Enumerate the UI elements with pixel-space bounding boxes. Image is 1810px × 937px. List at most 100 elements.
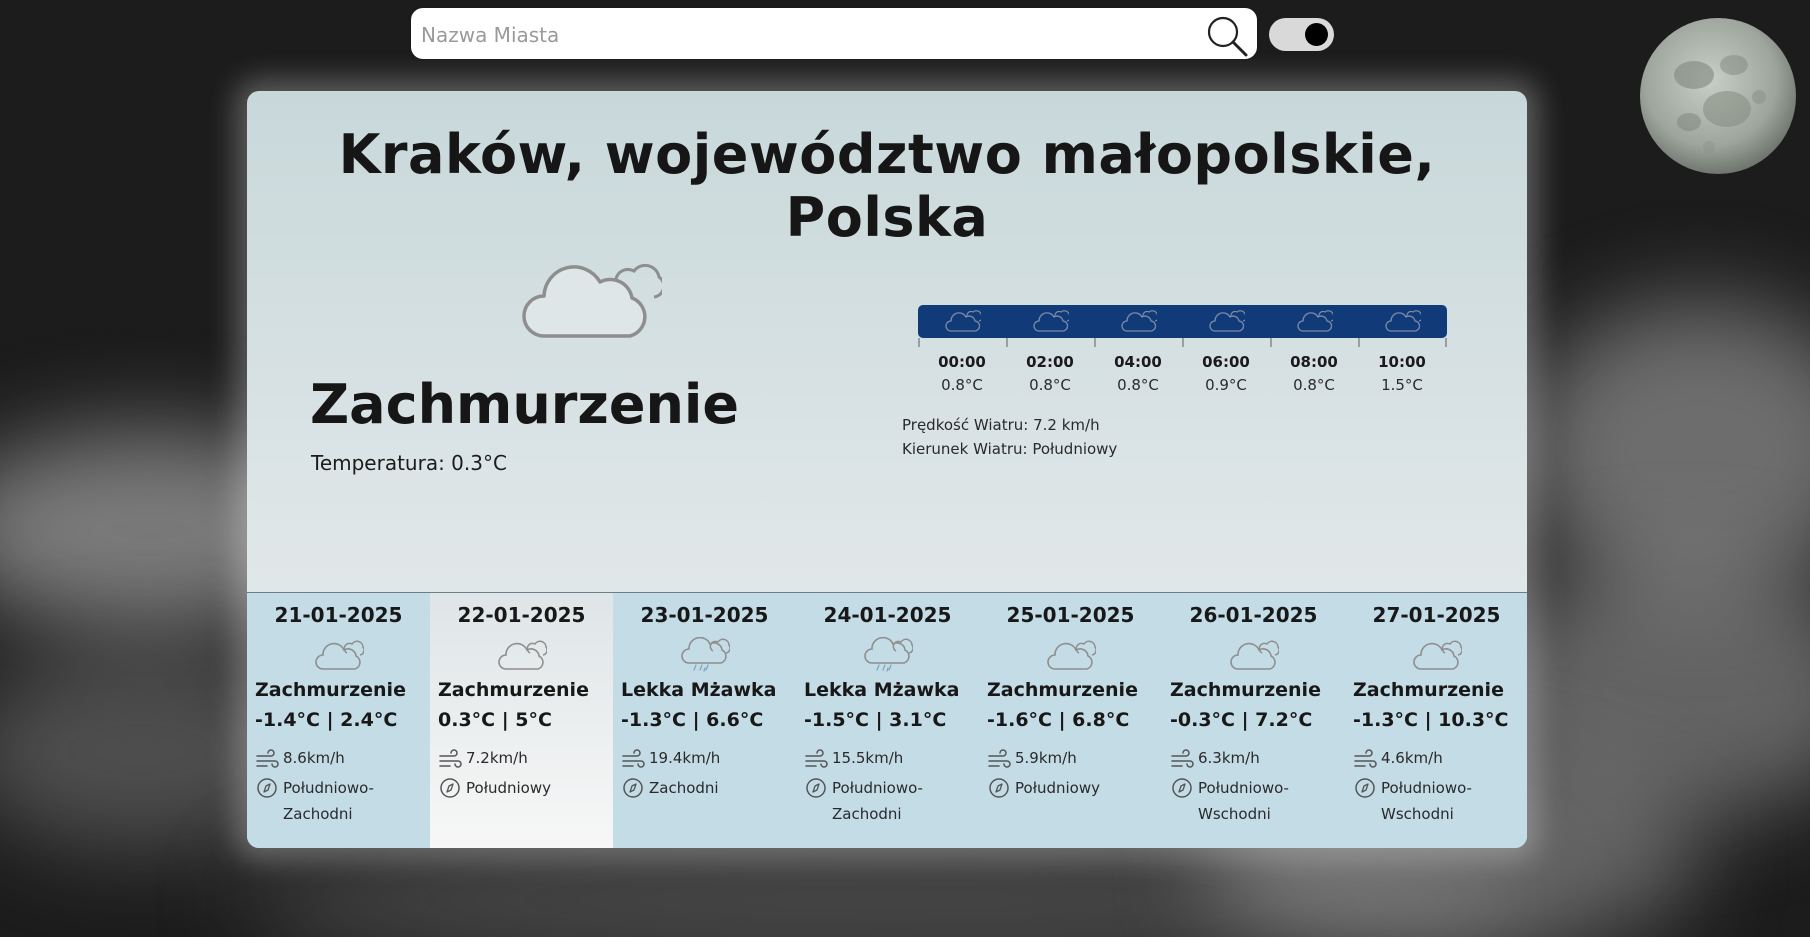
forecast-condition: Zachmurzenie <box>255 679 406 701</box>
compass-icon <box>623 778 643 798</box>
weather-card: Kraków, województwo małopolskie, Polska … <box>247 91 1527 848</box>
cloud-icon <box>1229 640 1279 670</box>
wind-icon <box>988 749 1011 768</box>
search-bar <box>409 6 1259 61</box>
compass-icon <box>806 778 826 798</box>
hourly-time: 04:00 <box>1114 353 1162 371</box>
forecast-wind: 15.5km/h <box>804 749 971 771</box>
hourly-time: 08:00 <box>1290 353 1338 371</box>
forecast-wind-direction: Południowy <box>987 775 1154 801</box>
forecast-temperature-range: -1.3°C | 10.3°C <box>1353 709 1509 731</box>
forecast-wind: 6.3km/h <box>1170 749 1337 771</box>
forecast-condition: Zachmurzenie <box>438 679 589 701</box>
hourly-timeline-ticks <box>918 338 1447 347</box>
forecast-wind-speed: 7.2km/h <box>466 749 528 767</box>
hourly-temperature: 0.8°C <box>1029 376 1071 394</box>
wind-info: Prędkość Wiatru: 7.2 km/h Kierunek Wiatr… <box>902 413 1117 461</box>
forecast-wind-speed: 15.5km/h <box>832 749 904 767</box>
hourly-time: 06:00 <box>1202 353 1250 371</box>
current-temperature: Temperatura: 0.3°C <box>311 451 507 475</box>
forecast-wind-direction: Południowo-Wschodni <box>1353 775 1520 827</box>
forecast-day[interactable]: 23-01-2025 Lekka Mżawka -1.3°C | 6.6°C 1… <box>613 593 796 848</box>
cloud-icon <box>1046 640 1096 670</box>
forecast-day[interactable]: 27-01-2025 Zachmurzenie -1.3°C | 10.3°C … <box>1345 593 1527 848</box>
compass-icon <box>1355 778 1375 798</box>
hourly-temperature: 0.9°C <box>1205 376 1247 394</box>
wind-icon <box>256 749 279 768</box>
hourly-time: 02:00 <box>1026 353 1074 371</box>
forecast-date: 25-01-2025 <box>1006 603 1135 627</box>
drizzle-icon <box>863 637 913 672</box>
forecast-direction-label: Południowy <box>1015 779 1100 797</box>
forecast-wind-speed: 5.9km/h <box>1015 749 1077 767</box>
forecast-wind-speed: 19.4km/h <box>649 749 721 767</box>
drizzle-icon <box>680 637 730 672</box>
forecast-condition: Zachmurzenie <box>1170 679 1321 701</box>
cloud-icon <box>1412 640 1462 670</box>
cloud-icon <box>945 310 981 332</box>
forecast-date: 21-01-2025 <box>274 603 403 627</box>
forecast-wind: 19.4km/h <box>621 749 788 771</box>
cloud-icon <box>314 640 364 670</box>
forecast-temperature-range: -0.3°C | 7.2°C <box>1170 709 1313 731</box>
moon-icon <box>1640 18 1796 174</box>
cloud-icon <box>522 263 662 338</box>
forecast-condition: Zachmurzenie <box>987 679 1138 701</box>
hourly-timeline-bar <box>918 305 1447 338</box>
forecast-date: 27-01-2025 <box>1372 603 1501 627</box>
city-title: Kraków, województwo małopolskie, Polska <box>338 123 1436 249</box>
wind-icon <box>1171 749 1194 768</box>
forecast-day[interactable]: 24-01-2025 Lekka Mżawka -1.5°C | 3.1°C 1… <box>796 593 979 848</box>
wind-icon <box>1354 749 1377 768</box>
hourly-temperature: 1.5°C <box>1381 376 1423 394</box>
forecast-direction-label: Południowy <box>466 779 551 797</box>
forecast-wind-direction: Zachodni <box>621 775 788 801</box>
forecast-wind: 7.2km/h <box>438 749 605 771</box>
wind-icon <box>622 749 645 768</box>
wind-direction: Kierunek Wiatru: Południowy <box>902 440 1118 458</box>
forecast-condition: Lekka Mżawka <box>804 679 960 701</box>
forecast-temperature-range: -1.5°C | 3.1°C <box>804 709 947 731</box>
forecast-wind-direction: Południowo-Wschodni <box>1170 775 1337 827</box>
cloud-icon <box>1033 310 1069 332</box>
toggle-knob <box>1305 23 1328 46</box>
cloud-icon <box>1385 310 1421 332</box>
compass-icon <box>257 778 277 798</box>
forecast-day[interactable]: 21-01-2025 Zachmurzenie -1.4°C | 2.4°C 8… <box>247 593 430 848</box>
forecast-temperature-range: -1.3°C | 6.6°C <box>621 709 764 731</box>
forecast-strip: 21-01-2025 Zachmurzenie -1.4°C | 2.4°C 8… <box>247 592 1527 848</box>
wind-icon <box>439 749 462 768</box>
hourly-time: 10:00 <box>1378 353 1426 371</box>
forecast-wind-speed: 8.6km/h <box>283 749 345 767</box>
forecast-day[interactable]: 26-01-2025 Zachmurzenie -0.3°C | 7.2°C 6… <box>1162 593 1345 848</box>
forecast-day-selected[interactable]: 22-01-2025 Zachmurzenie 0.3°C | 5°C 7.2k… <box>430 593 613 848</box>
forecast-direction-label: Południowo-Wschodni <box>1198 779 1289 823</box>
forecast-direction-label: Południowo-Zachodni <box>832 779 923 823</box>
forecast-date: 23-01-2025 <box>640 603 769 627</box>
forecast-direction-label: Południowo-Zachodni <box>283 779 374 823</box>
search-input[interactable] <box>419 14 1203 56</box>
forecast-date: 24-01-2025 <box>823 603 952 627</box>
forecast-wind-speed: 4.6km/h <box>1381 749 1443 767</box>
forecast-temperature-range: -1.6°C | 6.8°C <box>987 709 1130 731</box>
cloud-icon <box>1121 310 1157 332</box>
forecast-temperature-range: -1.4°C | 2.4°C <box>255 709 398 731</box>
theme-toggle[interactable] <box>1269 18 1334 51</box>
forecast-day[interactable]: 25-01-2025 Zachmurzenie -1.6°C | 6.8°C 5… <box>979 593 1162 848</box>
compass-icon <box>440 778 460 798</box>
hourly-temperature: 0.8°C <box>1293 376 1335 394</box>
forecast-wind-direction: Południowo-Zachodni <box>804 775 971 827</box>
search-icon[interactable] <box>1205 14 1249 58</box>
forecast-direction-label: Południowo-Wschodni <box>1381 779 1472 823</box>
forecast-date: 22-01-2025 <box>457 603 586 627</box>
current-condition: Zachmurzenie <box>310 373 740 436</box>
compass-icon <box>989 778 1009 798</box>
forecast-date: 26-01-2025 <box>1189 603 1318 627</box>
cloud-icon <box>497 640 547 670</box>
forecast-condition: Zachmurzenie <box>1353 679 1504 701</box>
forecast-direction-label: Zachodni <box>649 779 719 797</box>
forecast-condition: Lekka Mżawka <box>621 679 777 701</box>
hourly-temperature: 0.8°C <box>941 376 983 394</box>
forecast-wind-direction: Południowo-Zachodni <box>255 775 422 827</box>
hourly-time: 00:00 <box>938 353 986 371</box>
